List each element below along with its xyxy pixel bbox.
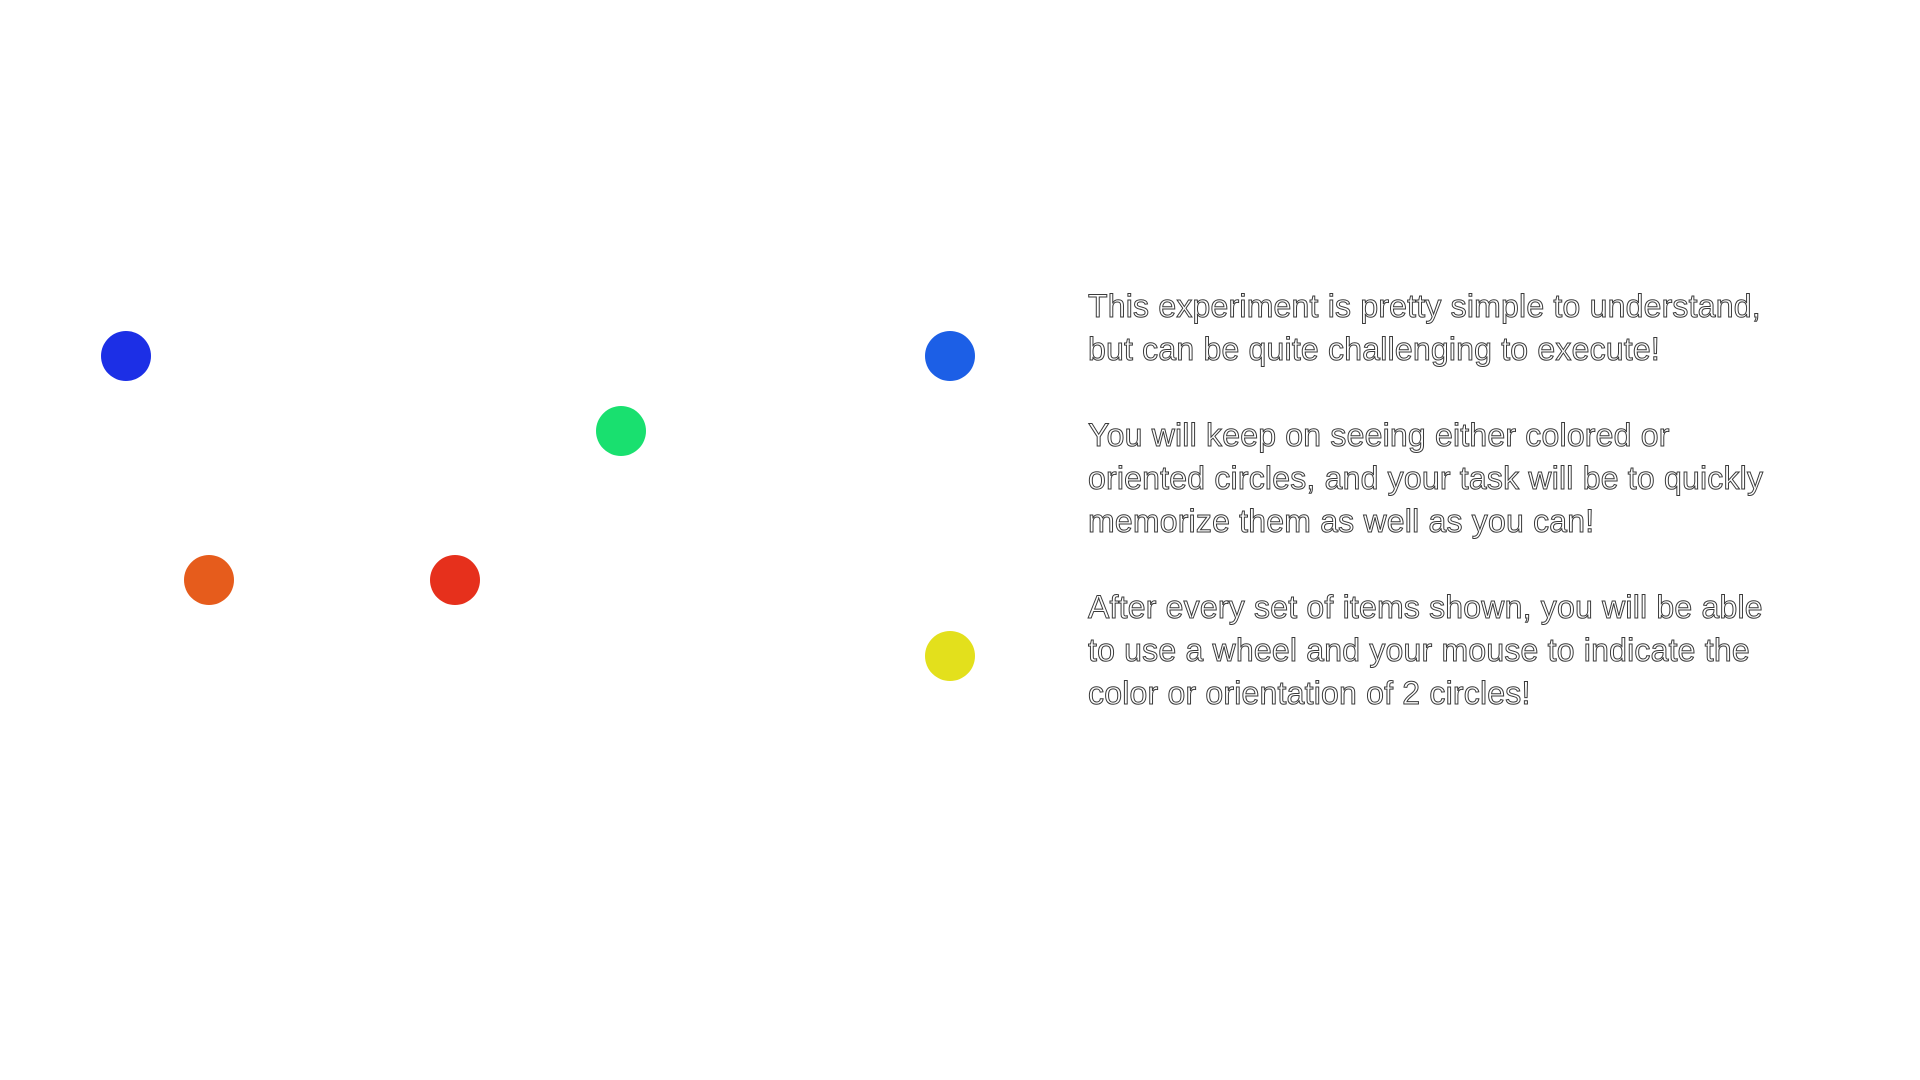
stimulus-circle-blue — [101, 331, 151, 381]
stimulus-circle-light-blue — [925, 331, 975, 381]
instructions-text: This experiment is pretty simple to unde… — [1088, 285, 1868, 758]
instructions-paragraph-3: After every set of items shown, you will… — [1088, 589, 1764, 712]
stimulus-circle-green — [596, 406, 646, 456]
instructions-paragraph-2: You will keep on seeing either colored o… — [1088, 417, 1764, 540]
stimulus-circle-yellow — [925, 631, 975, 681]
stimulus-circle-red — [430, 555, 480, 605]
experiment-stage: This experiment is pretty simple to unde… — [0, 0, 1920, 1080]
stimulus-circle-orange — [184, 555, 234, 605]
instructions-paragraph-1: This experiment is pretty simple to unde… — [1088, 288, 1762, 368]
